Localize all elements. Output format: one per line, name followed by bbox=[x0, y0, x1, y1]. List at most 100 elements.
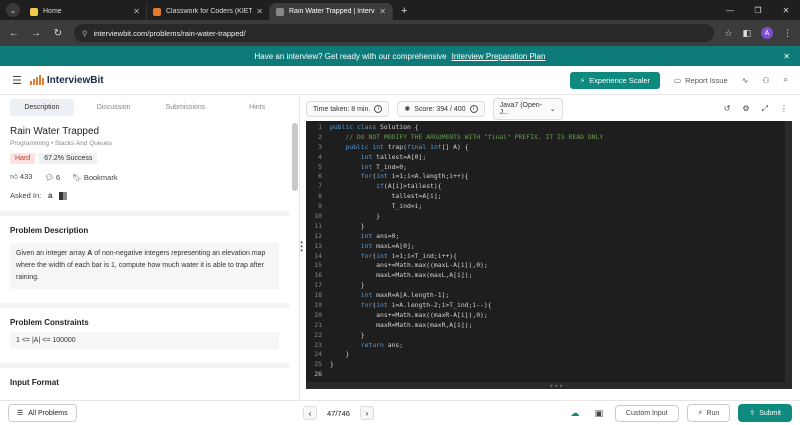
tab-hints[interactable]: Hints bbox=[225, 99, 289, 116]
score: ✺ Score: 394 / 400 i bbox=[397, 101, 485, 117]
language-select[interactable]: Java7 (Open-J... ⌄ bbox=[492, 98, 563, 120]
restore-icon[interactable]: ❐ bbox=[744, 6, 772, 15]
code-line[interactable]: 18 int maxR=A[A.length-1]; bbox=[306, 291, 792, 301]
tab-discussion[interactable]: Discussion bbox=[82, 99, 146, 116]
banner-link[interactable]: Interview Preparation Plan bbox=[452, 52, 546, 61]
browser-tab-home[interactable]: Home ✕ bbox=[24, 3, 147, 20]
back-icon[interactable]: ← bbox=[8, 28, 20, 39]
next-problem-button[interactable]: › bbox=[359, 406, 374, 420]
code-line[interactable]: 16 maxL=Math.max(maxL,A[i]); bbox=[306, 271, 792, 281]
search-icon[interactable]: ⌕ bbox=[784, 75, 788, 85]
tab-description[interactable]: Description bbox=[10, 99, 74, 116]
new-tab-icon[interactable]: + bbox=[401, 5, 407, 17]
code-line[interactable]: 19 for(int i=A.length-2;i>T_ind;i--){ bbox=[306, 301, 792, 311]
problem-scrollbar[interactable] bbox=[292, 123, 298, 191]
star-icon[interactable]: ☆ bbox=[724, 28, 732, 39]
user-icon[interactable]: ⚇ bbox=[762, 76, 769, 85]
custom-input-button[interactable]: Custom Input bbox=[614, 404, 679, 422]
tab-title: Home bbox=[43, 8, 62, 15]
tab-submissions[interactable]: Submissions bbox=[154, 99, 218, 116]
editor-resize-handle[interactable]: ••• bbox=[549, 382, 563, 389]
code-line[interactable]: 4 int tallest=A[0]; bbox=[306, 153, 792, 163]
minimize-icon[interactable]: — bbox=[716, 6, 744, 15]
browser-tab-rain-water[interactable]: Rain Water Trapped | InterviewB ✕ bbox=[270, 3, 393, 20]
forward-icon[interactable]: → bbox=[30, 28, 42, 39]
constraints-heading: Problem Constraints bbox=[10, 318, 89, 327]
line-number: 25 bbox=[314, 360, 322, 369]
report-icon: ▭ bbox=[674, 75, 682, 85]
code-line[interactable]: 7 if(A[i]>tallest){ bbox=[306, 182, 792, 192]
sidepanel-icon[interactable]: ◧ bbox=[742, 28, 751, 39]
more-icon[interactable]: ⋮ bbox=[783, 28, 792, 39]
code-line[interactable]: 22 } bbox=[306, 331, 792, 341]
code-line[interactable]: 8 tallest=A[i]; bbox=[306, 192, 792, 202]
button-label: Custom Input bbox=[625, 409, 668, 417]
url-field[interactable]: ⚲ interviewbit.com/problems/rain-water-t… bbox=[74, 24, 715, 42]
code-editor[interactable]: 1 public class Solution {2 // DO NOT MODI… bbox=[306, 121, 792, 389]
submit-button[interactable]: ⇪ Submit bbox=[738, 404, 792, 422]
prev-problem-button[interactable]: ‹ bbox=[303, 406, 317, 420]
like-button[interactable]: 👍︎ 433 bbox=[10, 172, 32, 182]
experience-scaler-button[interactable]: ⚡ Experience Scaler bbox=[569, 71, 661, 89]
code-text: return ans; bbox=[360, 340, 404, 349]
bookmark-button[interactable]: 🔖︎ Bookmark bbox=[72, 173, 117, 182]
code-line[interactable]: 25} bbox=[306, 360, 792, 370]
browser-tab-classwork[interactable]: Classwork for Coders (KIET) ✕ bbox=[147, 3, 270, 20]
problem-content: Rain Water Trapped Programming • Stacks … bbox=[0, 120, 289, 400]
activity-icon[interactable]: ∿ bbox=[742, 76, 749, 85]
code-line[interactable]: 3 public int trap(final int[] A) { bbox=[306, 143, 792, 153]
code-line[interactable]: 13 int maxL=A[0]; bbox=[306, 242, 792, 252]
avatar[interactable]: A bbox=[761, 27, 773, 39]
cloud-sync-icon[interactable]: ☁ bbox=[567, 405, 583, 421]
report-issue-button[interactable]: ▭ Report Issue bbox=[674, 76, 728, 85]
code-line[interactable]: 23 return ans; bbox=[306, 341, 792, 351]
code-line[interactable]: 14 for(int i=1;i<T_ind;i++){ bbox=[306, 252, 792, 262]
code-line[interactable]: 26 bbox=[306, 370, 792, 380]
problem-tabs: Description Discussion Submissions Hints bbox=[0, 95, 299, 120]
code-line[interactable]: 6 for(int i=1;i<A.length;i++){ bbox=[306, 172, 792, 182]
editor-scrollbar[interactable] bbox=[785, 121, 792, 389]
reset-icon[interactable]: ↺ bbox=[724, 104, 731, 114]
difficulty-badge: Hard bbox=[10, 153, 36, 164]
settings-icon[interactable]: ⚙ bbox=[742, 104, 749, 114]
code-line[interactable]: 9 T_ind=i; bbox=[306, 202, 792, 212]
reload-icon[interactable]: ↻ bbox=[52, 28, 64, 39]
close-icon[interactable]: ✕ bbox=[783, 52, 790, 61]
close-icon[interactable]: ✕ bbox=[256, 7, 263, 16]
expand-icon[interactable]: ⤢ bbox=[762, 104, 768, 114]
menu-icon[interactable]: ☰ bbox=[12, 74, 22, 87]
line-number: 23 bbox=[314, 340, 322, 349]
code-line[interactable]: 17 } bbox=[306, 281, 792, 291]
info-icon[interactable]: i bbox=[469, 105, 478, 113]
logo[interactable]: InterviewBit bbox=[29, 75, 104, 86]
code-line[interactable]: 10 } bbox=[306, 212, 792, 222]
code-line[interactable]: 2 // DO NOT MODIFY THE ARGUMENTS WITH "f… bbox=[306, 133, 792, 143]
bottom-bar: ☰ All Problems ‹ 47/746 › ☁ ▣ Custom Inp… bbox=[0, 400, 800, 425]
url-text: interviewbit.com/problems/rain-water-tra… bbox=[93, 28, 246, 38]
run-button[interactable]: ⚡ Run bbox=[686, 404, 731, 422]
code-line[interactable]: 24 } bbox=[306, 350, 792, 360]
code-line[interactable]: 15 ans+=Math.max((maxL-A[i]),0); bbox=[306, 261, 792, 271]
code-line[interactable]: 11 } bbox=[306, 222, 792, 232]
info-icon[interactable]: i bbox=[374, 105, 383, 113]
code-line[interactable]: 1 public class Solution { bbox=[306, 123, 792, 133]
more-icon[interactable]: ⋮ bbox=[780, 104, 788, 114]
code-line[interactable]: 20 ans+=Math.max((maxR-A[i]),0); bbox=[306, 311, 792, 321]
all-problems-button[interactable]: ☰ All Problems bbox=[8, 404, 77, 422]
terminal-icon[interactable]: ▣ bbox=[591, 405, 607, 421]
score-text: Score: 394 / 400 bbox=[414, 105, 466, 113]
company-logo-icon[interactable] bbox=[59, 191, 68, 200]
site-info-icon[interactable]: ⚲ bbox=[82, 29, 88, 38]
tab-search-icon[interactable]: ⌄ bbox=[6, 3, 20, 17]
window-close-icon[interactable]: ✕ bbox=[772, 6, 800, 15]
code-line[interactable]: 12 int ans=0; bbox=[306, 232, 792, 242]
close-icon[interactable]: ✕ bbox=[379, 7, 386, 16]
close-icon[interactable]: ✕ bbox=[133, 7, 140, 16]
line-number: 20 bbox=[314, 310, 322, 319]
amazon-logo-icon[interactable]: a bbox=[46, 191, 54, 200]
code-line[interactable]: 5 int T_ind=0; bbox=[306, 163, 792, 173]
code-lines[interactable]: 1 public class Solution {2 // DO NOT MODI… bbox=[306, 123, 792, 380]
code-line[interactable]: 21 maxR=Math.max(maxR,A[i]); bbox=[306, 321, 792, 331]
view-count: 6 bbox=[56, 172, 61, 182]
bookmark-label: Bookmark bbox=[83, 172, 118, 182]
